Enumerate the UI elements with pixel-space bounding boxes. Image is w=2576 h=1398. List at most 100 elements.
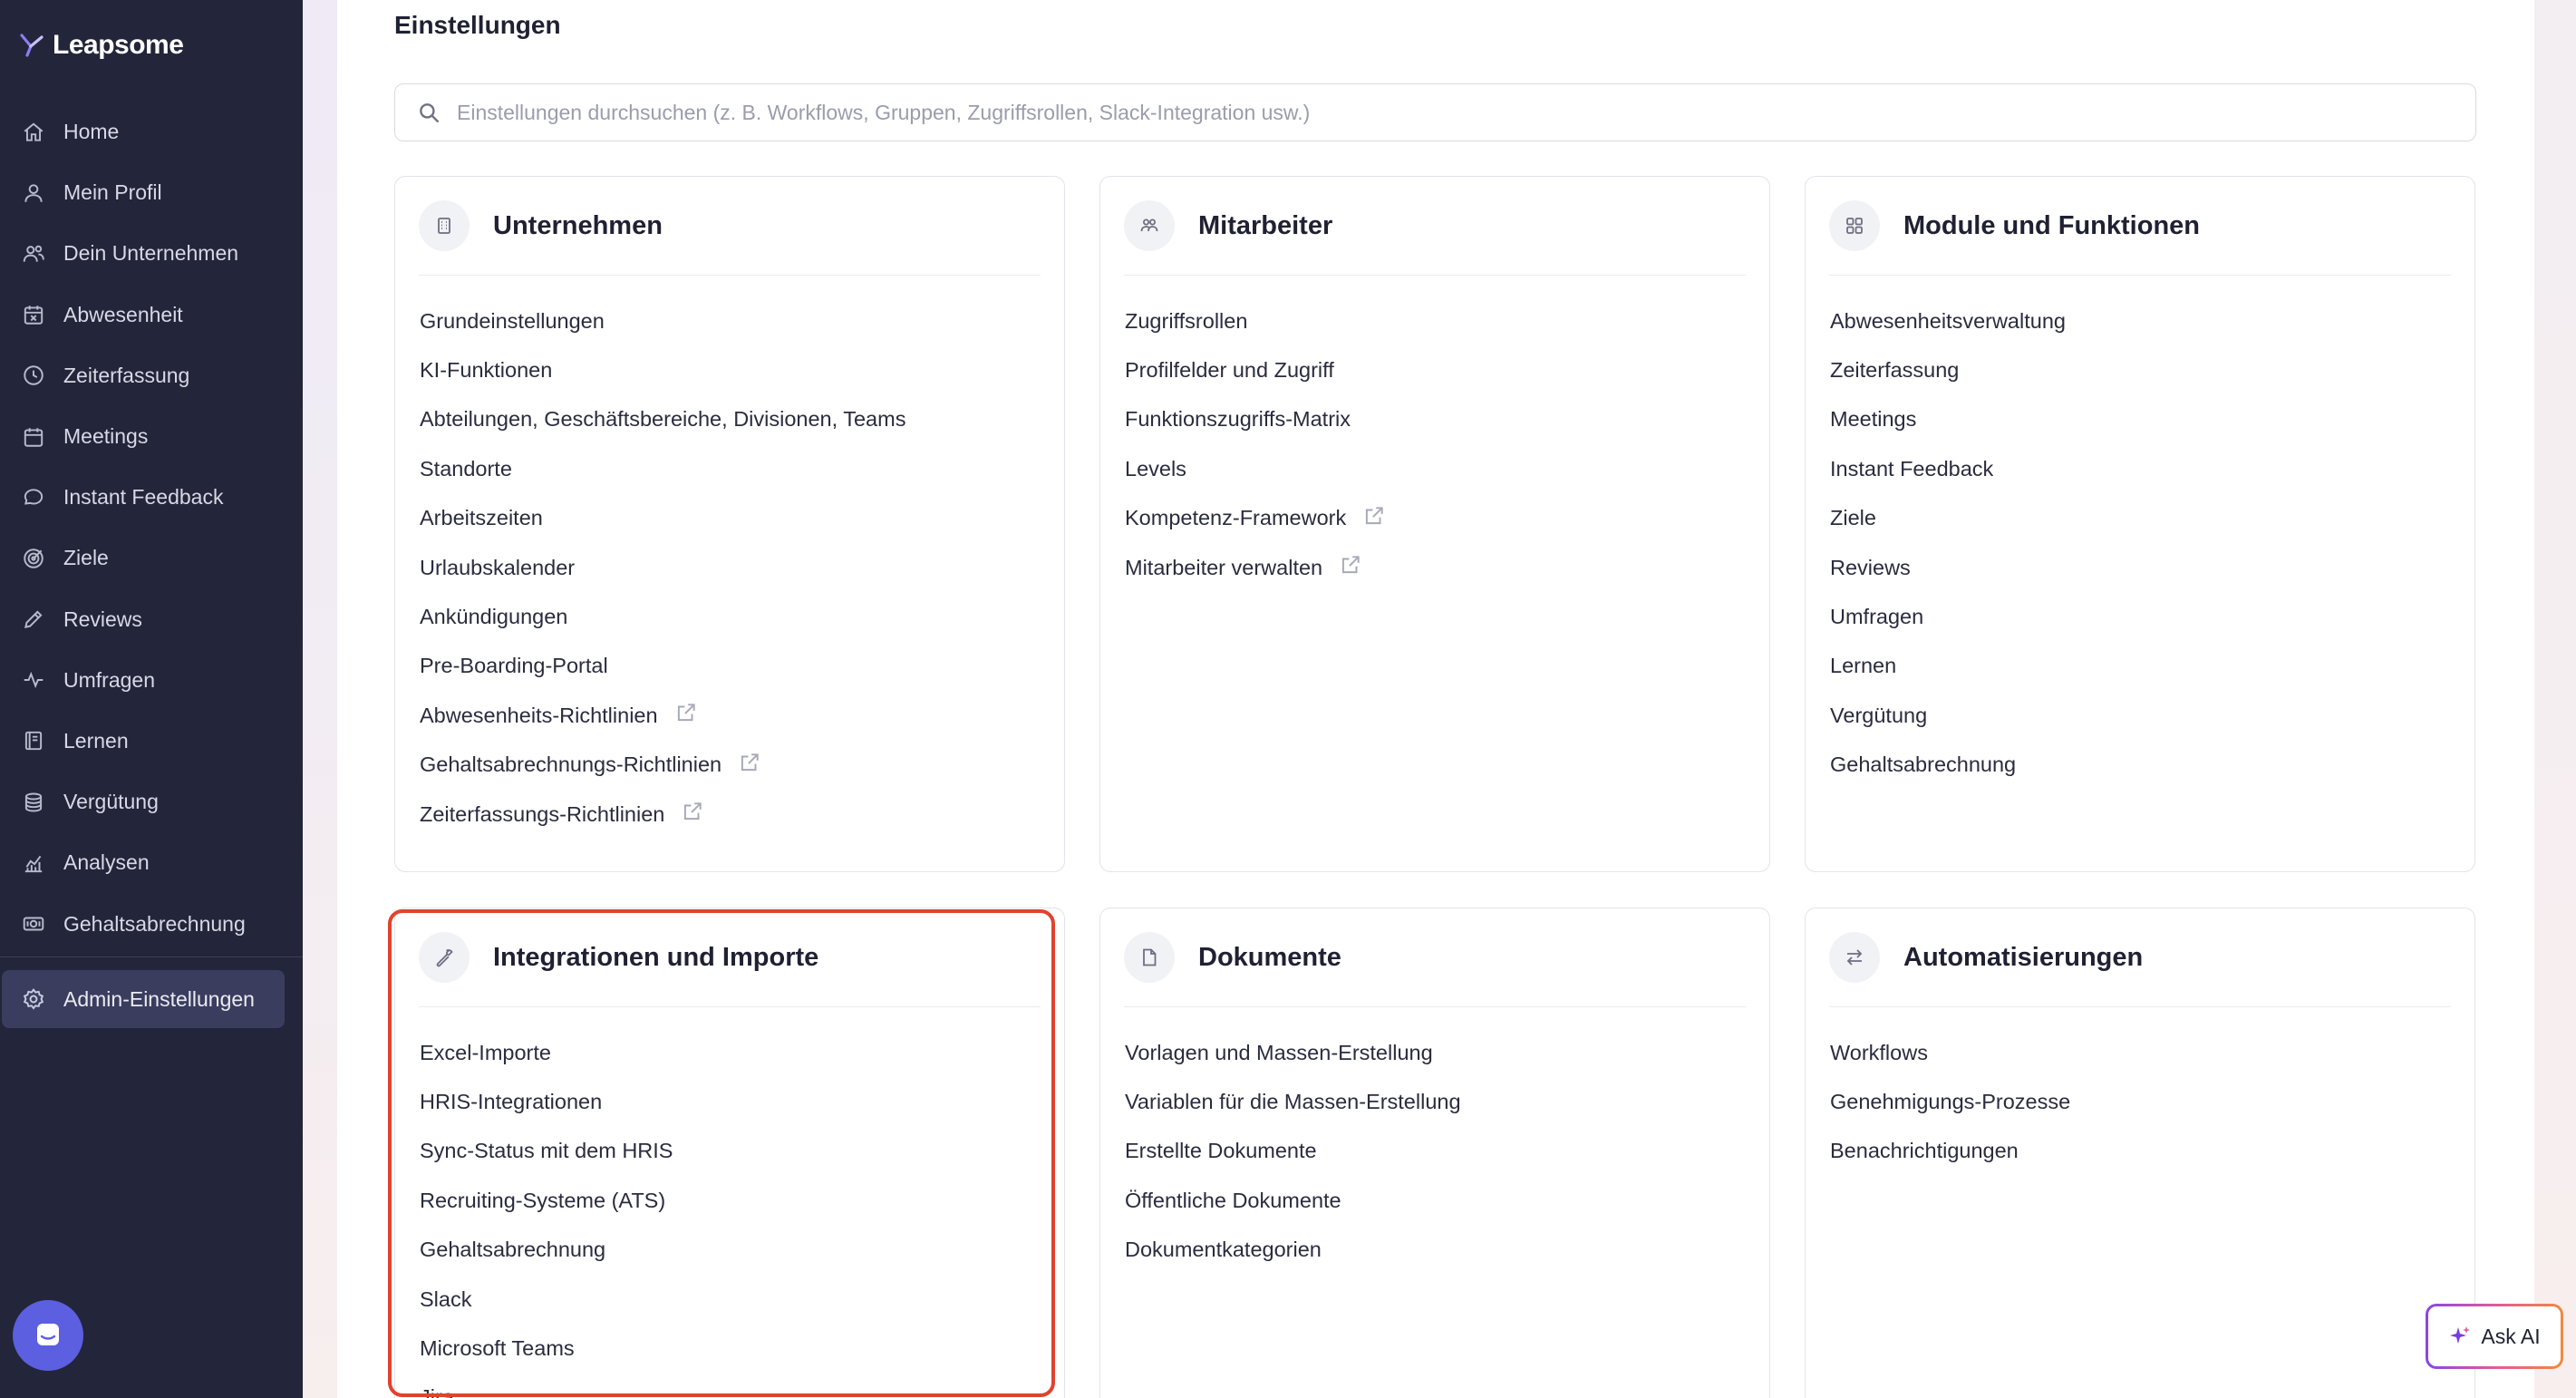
search-input[interactable]: Einstellungen durchsuchen (z. B. Workflo… [457,101,1310,125]
settings-search[interactable]: Einstellungen durchsuchen (z. B. Workflo… [394,83,2476,141]
sidebar-item-abwesenheit[interactable]: Abwesenheit [0,285,303,345]
settings-link[interactable]: Vorlagen und Massen-Erstellung [1125,1028,1746,1077]
sidebar-item-analysen[interactable]: Analysen [0,832,303,893]
sidebar-item-reviews[interactable]: Reviews [0,589,303,650]
card-header: Dokumente [1124,930,1746,985]
sidebar-item-zeiterfassung[interactable]: Zeiterfassung [0,345,303,406]
users-icon [22,242,45,266]
settings-link-label: Levels [1125,456,1186,481]
settings-link[interactable]: Öffentliche Dokumente [1125,1176,1746,1225]
pencil-icon [22,607,45,631]
sidebar-item-home[interactable]: Home [0,102,303,162]
settings-link[interactable]: Funktionszugriffs-Matrix [1125,395,1746,444]
settings-link[interactable]: Zugriffsrollen [1125,296,1746,345]
settings-link-label: Excel-Importe [420,1040,551,1064]
sidebar-item-meetings[interactable]: Meetings [0,406,303,467]
card-divider [1829,275,2451,276]
settings-link[interactable]: Abwesenheitsverwaltung [1830,296,2451,345]
settings-link[interactable]: Abteilungen, Geschäftsbereiche, Division… [420,395,1041,444]
settings-link[interactable]: Workflows [1830,1028,2451,1077]
settings-link[interactable]: Genehmigungs-Prozesse [1830,1077,2451,1126]
sidebar-item-verguetung[interactable]: Vergütung [0,772,303,832]
settings-link[interactable]: Slack [420,1275,1041,1324]
settings-link[interactable]: Zeiterfassungs-Richtlinien [420,790,1041,839]
settings-link-label: Arbeitszeiten [420,506,543,530]
settings-link-label: Slack [420,1286,472,1311]
settings-link[interactable]: Sync-Status mit dem HRIS [420,1127,1041,1176]
card-header: Automatisierungen [1829,930,2451,985]
money-icon [22,912,45,936]
card-title: Dokumente [1198,942,1341,972]
settings-link[interactable]: Variablen für die Massen-Erstellung [1125,1077,1746,1126]
settings-card-integrationen-und-importe: Integrationen und Importe Excel-Importe HR… [394,908,1065,1398]
settings-link[interactable]: Gehaltsabrechnung [1830,741,2451,790]
card-header: Integrationen und Importe [419,930,1041,985]
settings-link[interactable]: Kompetenz-Framework [1125,494,1746,543]
settings-link[interactable]: Zeiterfassung [1830,345,2451,394]
settings-link-label: Meetings [1830,407,1917,432]
sidebar-item-dein-unternehmen[interactable]: Dein Unternehmen [0,223,303,284]
settings-link[interactable]: Ankündigungen [420,592,1041,641]
settings-link-label: Umfragen [1830,605,1924,629]
settings-link[interactable]: Benachrichtigungen [1830,1127,2451,1176]
settings-link[interactable]: Microsoft Teams [420,1324,1041,1373]
sparkle-icon [2450,1326,2471,1344]
settings-link[interactable]: Gehaltsabrechnungs-Richtlinien [420,741,1041,790]
external-link-icon [681,800,704,829]
settings-link[interactable]: Abwesenheits-Richtlinien [420,691,1041,740]
settings-link-label: Genehmigungs-Prozesse [1830,1090,2071,1114]
settings-link[interactable]: Excel-Importe [420,1028,1041,1077]
page-title: Einstellungen [394,11,561,39]
settings-link[interactable]: Instant Feedback [1830,444,2451,493]
settings-link[interactable]: Mitarbeiter verwalten [1125,543,1746,592]
settings-link[interactable]: Standorte [420,444,1041,493]
sidebar-item-label: Instant Feedback [63,485,224,510]
settings-link[interactable]: Jira [420,1374,1041,1398]
external-link-icon [674,701,698,730]
settings-link-label: Sync-Status mit dem HRIS [420,1139,673,1163]
settings-link[interactable]: Dokumentkategorien [1125,1226,1746,1275]
sidebar-item-label: Lernen [63,728,129,752]
support-chat-button[interactable] [13,1300,83,1371]
ask-ai-button[interactable]: Ask AI [2426,1304,2563,1369]
settings-link[interactable]: Ziele [1830,494,2451,543]
settings-link-label: Öffentliche Dokumente [1125,1188,1341,1212]
settings-link-label: Lernen [1830,654,1897,678]
settings-link[interactable]: Recruiting-Systeme (ATS) [420,1176,1041,1225]
sidebar-item-admin-settings[interactable]: Admin-Einstellungen [2,970,285,1028]
settings-link[interactable]: KI-Funktionen [420,345,1041,394]
sidebar-item-umfragen[interactable]: Umfragen [0,650,303,711]
target-icon [22,547,45,570]
settings-link-label: Erstellte Dokumente [1125,1139,1317,1163]
sidebar-item-lernen[interactable]: Lernen [0,711,303,772]
settings-link[interactable]: Umfragen [1830,592,2451,641]
sidebar-item-label: Vergütung [63,790,159,814]
calendar-icon [22,425,45,449]
card-link-list: Zugriffsrollen Profilfelder und Zugriff Fu… [1125,296,1746,592]
sidebar-item-mein-profil[interactable]: Mein Profil [0,162,303,223]
settings-link-label: Jira [420,1385,454,1398]
sidebar-item-instant-feedback[interactable]: Instant Feedback [0,467,303,528]
sidebar-item-label: Reviews [63,607,142,631]
sidebar-item-gehaltsabrechnung[interactable]: Gehaltsabrechnung [0,893,303,954]
settings-link[interactable]: Grundeinstellungen [420,296,1041,345]
settings-link[interactable]: Profilfelder und Zugriff [1125,345,1746,394]
settings-link[interactable]: HRIS-Integrationen [420,1077,1041,1126]
settings-link[interactable]: Levels [1125,444,1746,493]
settings-link[interactable]: Meetings [1830,395,2451,444]
settings-link[interactable]: Reviews [1830,543,2451,592]
settings-link-label: Ziele [1830,506,1876,530]
external-link-icon [1362,504,1386,533]
settings-link[interactable]: Pre-Boarding-Portal [420,642,1041,691]
settings-link[interactable]: Vergütung [1830,691,2451,740]
calendar-x-icon [22,303,45,326]
settings-link[interactable]: Lernen [1830,642,2451,691]
sidebar-item-ziele[interactable]: Ziele [0,528,303,588]
logo[interactable]: Leapsome [18,25,184,65]
settings-link[interactable]: Arbeitszeiten [420,494,1041,543]
settings-link-label: Urlaubskalender [420,555,576,579]
settings-link[interactable]: Gehaltsabrechnung [420,1226,1041,1275]
card-header: Unternehmen [419,199,1041,253]
settings-link[interactable]: Urlaubskalender [420,543,1041,592]
settings-link[interactable]: Erstellte Dokumente [1125,1127,1746,1176]
